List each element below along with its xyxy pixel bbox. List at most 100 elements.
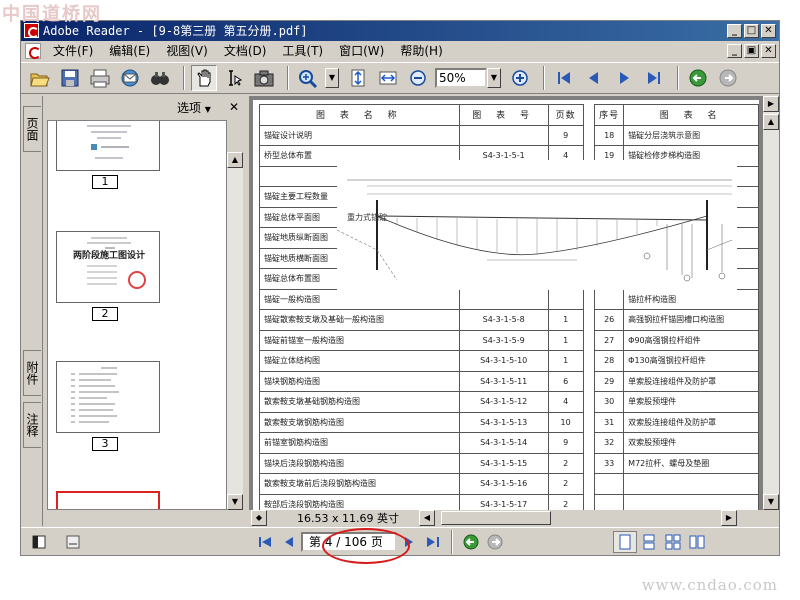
- table-gap: [582, 473, 596, 494]
- document-pane-icon[interactable]: [61, 531, 85, 553]
- maximize-button[interactable]: □: [744, 24, 759, 38]
- cell-name: 锚碇立体结构图: [259, 350, 460, 372]
- cell-seq: 31: [594, 411, 625, 433]
- menu-document[interactable]: 文档(D): [216, 42, 275, 60]
- last-page-icon[interactable]: [421, 531, 445, 553]
- previous-page-icon[interactable]: [277, 531, 301, 553]
- continuous-layout-icon[interactable]: [637, 531, 661, 553]
- close-button[interactable]: ✕: [761, 24, 776, 38]
- hand-tool-icon[interactable]: [191, 65, 217, 91]
- menu-edit[interactable]: 编辑(E): [101, 42, 158, 60]
- scroll-left-arrow-icon[interactable]: ◀: [418, 510, 435, 526]
- document-icon[interactable]: [25, 43, 41, 59]
- save-icon[interactable]: [57, 65, 83, 91]
- zoom-dropdown-chevron-down-icon[interactable]: ▼: [487, 68, 501, 88]
- document-vertical-scrollbar[interactable]: ▶ ▲ ▼: [763, 96, 779, 510]
- first-page-icon[interactable]: [253, 531, 277, 553]
- menu-help[interactable]: 帮助(H): [392, 42, 450, 60]
- menu-view[interactable]: 视图(V): [158, 42, 216, 60]
- tab-attachments[interactable]: 附件: [23, 350, 41, 396]
- doc-restore-button[interactable]: ▣: [744, 44, 759, 58]
- email-icon[interactable]: [117, 65, 143, 91]
- scroll-down-arrow-icon[interactable]: ▼: [227, 494, 243, 510]
- table-header-row: 图 表 名 称 图 表 号 页数 序号 图 表 名: [259, 104, 759, 126]
- cell-pages: 2: [547, 493, 584, 510]
- title-bar: Adobe Reader - [9-8第三册 第五分册.pdf] _ □ ✕: [21, 21, 779, 41]
- split-view-icon[interactable]: ◆: [251, 510, 267, 526]
- cell-name: 锚碇一般构造图: [259, 288, 460, 310]
- bridge-elevation-drawing: 重力式锚碇: [336, 160, 737, 290]
- tab-comments[interactable]: 注释: [23, 402, 41, 448]
- print-icon[interactable]: [87, 65, 113, 91]
- cell-name-2: [623, 493, 759, 510]
- zoom-in-icon[interactable]: [507, 65, 533, 91]
- hide-panel-icon[interactable]: [27, 531, 51, 553]
- chevron-down-icon[interactable]: ▼: [325, 68, 339, 88]
- go-forward-icon[interactable]: [483, 531, 507, 553]
- last-page-icon[interactable]: [641, 65, 667, 91]
- cell-name-2: [623, 473, 759, 495]
- menu-bar: 文件(F) 编辑(E) 视图(V) 文档(D) 工具(T) 窗口(W) 帮助(H…: [21, 41, 779, 61]
- horizontal-scroll-thumb[interactable]: [440, 511, 551, 525]
- page-thumbnail-3[interactable]: [56, 361, 160, 433]
- page-thumbnail-4-selected[interactable]: [56, 491, 160, 509]
- minimize-button[interactable]: _: [727, 24, 742, 38]
- toolbar-separator: [183, 66, 185, 90]
- next-page-icon[interactable]: [611, 65, 637, 91]
- select-text-icon[interactable]: [221, 65, 247, 91]
- side-tab-strip: 页面 附件 注释: [21, 96, 43, 526]
- first-page-icon[interactable]: [551, 65, 577, 91]
- scroll-right-arrow-icon[interactable]: ▶: [720, 510, 737, 526]
- chevron-down-icon: ▼: [204, 104, 211, 114]
- snapshot-icon[interactable]: [251, 65, 277, 91]
- header-name: 图 表 名 称: [259, 104, 460, 126]
- doc-close-button[interactable]: ✕: [761, 44, 776, 58]
- zoom-level-input[interactable]: 50%: [435, 68, 487, 88]
- thumbnail-title: 两阶段施工图设计: [72, 251, 145, 261]
- table-gap: [582, 330, 596, 351]
- menu-file[interactable]: 文件(F): [45, 42, 101, 60]
- cell-code: S4-3-1-5-9: [458, 329, 549, 351]
- fit-height-icon[interactable]: [345, 65, 371, 91]
- table-gap: [582, 432, 596, 453]
- cell-name: 散索鞍支墩钢筋构造图: [259, 411, 460, 433]
- open-icon[interactable]: [27, 65, 53, 91]
- scroll-right-arrow-icon[interactable]: ▶: [763, 96, 779, 112]
- table-row: 散索鞍支墩基础钢筋构造图 S4-3-1-5-12 4 30 单索股预埋件: [259, 391, 759, 413]
- fit-width-icon[interactable]: [375, 65, 401, 91]
- page-thumbnail-1[interactable]: [56, 121, 160, 171]
- cell-pages: 10: [547, 411, 584, 433]
- go-back-icon[interactable]: [459, 531, 483, 553]
- zoom-out-icon[interactable]: [405, 65, 431, 91]
- table-gap: [582, 350, 596, 371]
- options-menu-button[interactable]: 选项 ▼: [177, 99, 211, 116]
- close-panel-button[interactable]: ✕: [229, 100, 239, 114]
- go-back-icon[interactable]: [685, 65, 711, 91]
- menu-window[interactable]: 窗口(W): [331, 42, 392, 60]
- doc-minimize-button[interactable]: _: [727, 44, 742, 58]
- cell-name-2: 高强钢拉杆锚固槽口构造图: [623, 309, 759, 331]
- previous-page-icon[interactable]: [581, 65, 607, 91]
- continuous-facing-layout-icon[interactable]: [685, 531, 709, 553]
- go-forward-icon[interactable]: [715, 65, 741, 91]
- zoom-in-tool-icon[interactable]: [295, 65, 321, 91]
- scroll-down-arrow-icon[interactable]: ▼: [763, 494, 779, 510]
- facing-layout-icon[interactable]: [661, 531, 685, 553]
- scroll-up-arrow-icon[interactable]: ▲: [763, 114, 779, 130]
- scroll-up-arrow-icon[interactable]: ▲: [227, 152, 243, 168]
- single-page-layout-icon[interactable]: [613, 530, 637, 553]
- page-indicator-highlight-oval: [322, 528, 410, 564]
- menu-tools[interactable]: 工具(T): [274, 42, 331, 60]
- tab-pages[interactable]: 页面: [23, 106, 41, 152]
- search-icon[interactable]: [147, 65, 173, 91]
- header-seq: 序号: [594, 104, 625, 126]
- table-gap: [582, 391, 596, 412]
- watermark-bottom: www.cndao.com: [641, 576, 778, 594]
- cell-name-2: 单索股连接组件及防护罩: [623, 370, 759, 392]
- page-thumbnail-2[interactable]: 两阶段施工图设计: [56, 231, 160, 303]
- cell-seq: [594, 473, 625, 495]
- cell-seq: 18: [594, 124, 625, 146]
- document-view[interactable]: 图 表 名 称 图 表 号 页数 序号 图 表 名 锚碇设计说明 9 18 锚碇分层浇…: [249, 96, 779, 526]
- thumbnail-scrollbar[interactable]: ▲ ▼: [227, 152, 243, 510]
- cell-name-2: M72拉杆、螺母及垫圈: [623, 452, 759, 474]
